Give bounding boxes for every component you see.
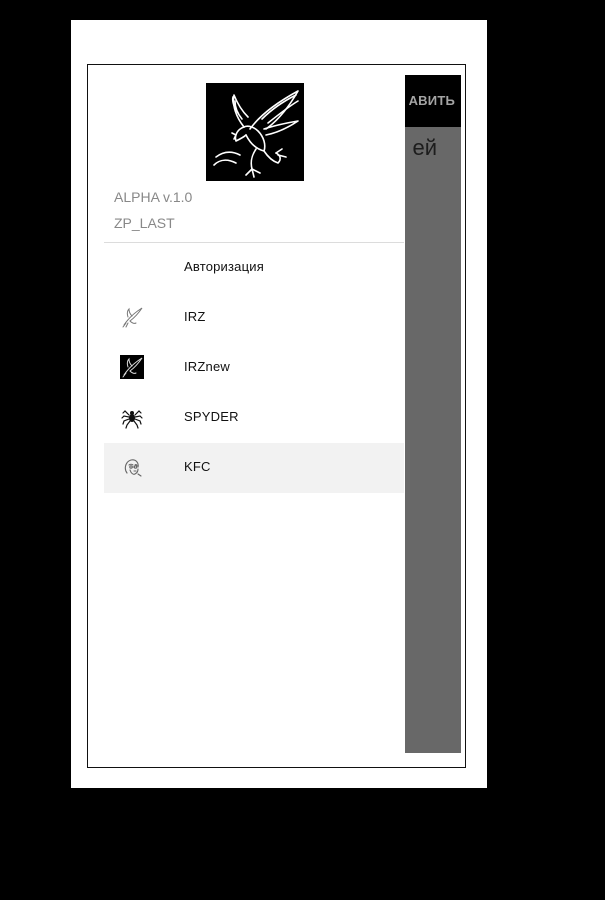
drawer-scrim[interactable] xyxy=(405,75,461,753)
drawer-menu: Авторизация IRZ IRZnew SPYDER KFC xyxy=(104,243,404,493)
spider-icon xyxy=(120,405,144,429)
eagle-logo-icon xyxy=(206,83,304,181)
menu-item-authorization[interactable]: Авторизация xyxy=(104,243,404,293)
navigation-drawer: ALPHA v.1.0 ZP_LAST Авторизация IRZ IRZn… xyxy=(104,65,404,767)
menu-item-label: SPYDER xyxy=(184,409,239,424)
device-screen: АВИТЬ ей ALPHA v.1.0 ZP_LAST Авторизация… xyxy=(87,64,466,768)
menu-item-irznew[interactable]: IRZnew xyxy=(104,343,404,393)
menu-item-label: IRZnew xyxy=(184,359,230,374)
eagle-dark-icon xyxy=(120,355,144,379)
menu-item-label: Авторизация xyxy=(184,259,264,274)
menu-item-spyder[interactable]: SPYDER xyxy=(104,393,404,443)
menu-item-label: IRZ xyxy=(184,309,206,324)
menu-item-kfc[interactable]: KFC xyxy=(104,443,404,493)
colonel-head-icon xyxy=(120,455,144,479)
eagle-outline-icon xyxy=(120,305,144,329)
config-name-label: ZP_LAST xyxy=(114,215,175,231)
menu-item-label: KFC xyxy=(184,459,211,474)
app-version-label: ALPHA v.1.0 xyxy=(114,189,193,205)
drawer-header: ALPHA v.1.0 ZP_LAST xyxy=(104,65,404,243)
menu-item-irz[interactable]: IRZ xyxy=(104,293,404,343)
